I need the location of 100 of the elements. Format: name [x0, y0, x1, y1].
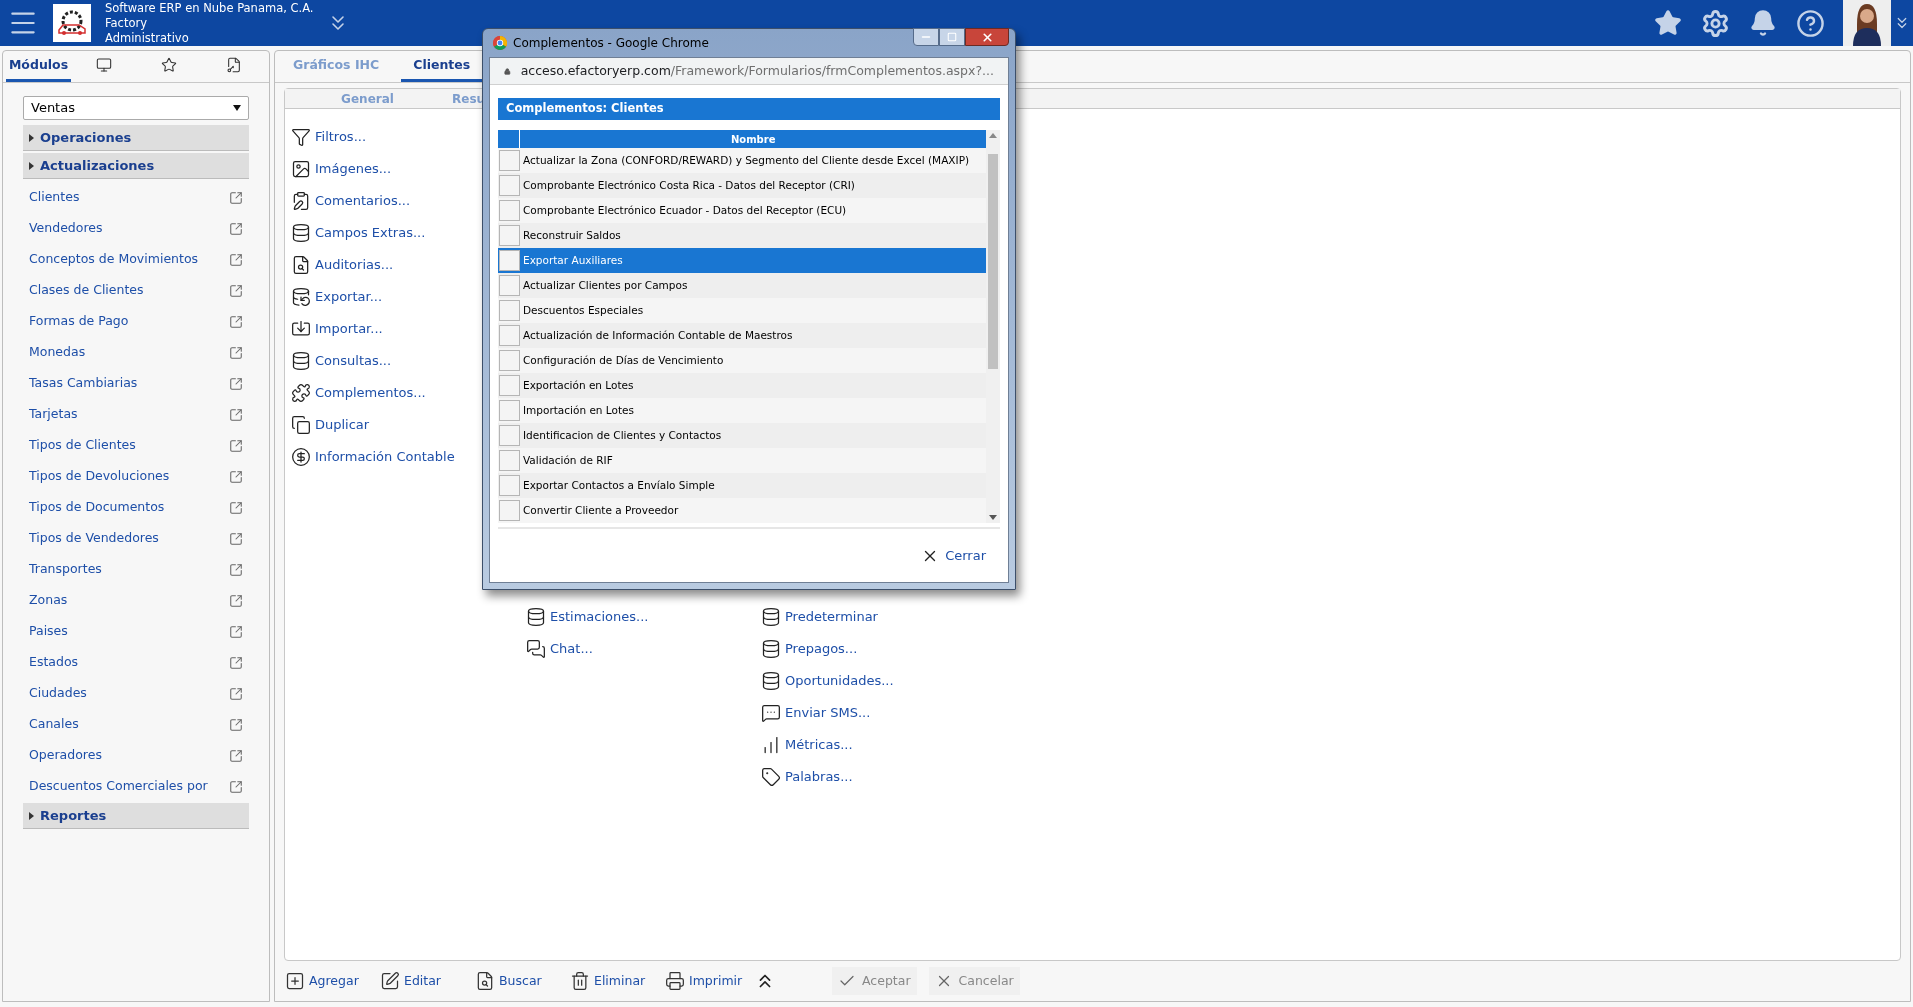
table-row[interactable]: Reconstruir Saldos	[498, 223, 987, 248]
table-row[interactable]: Identificacion de Clientes y Contactos	[498, 423, 987, 448]
file-search-icon	[291, 255, 311, 275]
toolbar-button[interactable]: Eliminar	[570, 967, 665, 995]
row-checkbox[interactable]	[499, 175, 520, 196]
minimize-button[interactable]	[913, 28, 939, 46]
row-checkbox[interactable]	[499, 325, 520, 346]
action-link[interactable]: Prepagos...	[761, 633, 858, 665]
module-link[interactable]: Tipos de Clientes	[23, 430, 249, 461]
table-row[interactable]: Exportar Auxiliares	[498, 248, 987, 273]
close-button[interactable]	[965, 28, 1009, 46]
action-link[interactable]: Chat...	[526, 633, 593, 665]
scrollbar[interactable]	[986, 130, 1000, 523]
table-row[interactable]: Convertir Cliente a Proveedor	[498, 498, 987, 523]
action-link[interactable]: Métricas...	[761, 729, 853, 761]
table-row[interactable]: Configuración de Días de Vencimiento	[498, 348, 987, 373]
help-button[interactable]	[1796, 8, 1825, 38]
row-checkbox[interactable]	[499, 250, 520, 271]
row-name: Configuración de Días de Vencimiento	[523, 352, 724, 368]
module-link[interactable]: Operadores	[23, 740, 249, 771]
module-link[interactable]: Estados	[23, 647, 249, 678]
add-icon	[285, 971, 305, 991]
module-link[interactable]: Tipos de Vendedores	[23, 523, 249, 554]
row-checkbox[interactable]	[499, 475, 520, 496]
action-link[interactable]: Exportar...	[291, 281, 383, 313]
row-checkbox[interactable]	[499, 200, 520, 221]
row-checkbox[interactable]	[499, 400, 520, 421]
favorites-button[interactable]	[1654, 9, 1682, 37]
section-header[interactable]: Operaciones	[23, 125, 249, 151]
table-row[interactable]: Descuentos Especiales	[498, 298, 987, 323]
action-link[interactable]: Información Contable	[291, 441, 455, 473]
settings-button[interactable]	[1701, 8, 1730, 38]
module-link[interactable]: Vendedores	[23, 213, 249, 244]
row-checkbox[interactable]	[499, 375, 520, 396]
row-checkbox[interactable]	[499, 275, 520, 296]
row-checkbox[interactable]	[499, 350, 520, 371]
database-icon	[291, 223, 311, 243]
module-link[interactable]: Tipos de Devoluciones	[23, 461, 249, 492]
module-link[interactable]: Paises	[23, 616, 249, 647]
section-header[interactable]: Reportes	[23, 803, 249, 829]
module-link[interactable]: Canales	[23, 709, 249, 740]
row-checkbox[interactable]	[499, 425, 520, 446]
module-link[interactable]: Clientes	[23, 182, 249, 213]
table-row[interactable]: Validación de RIF	[498, 448, 987, 473]
table-row[interactable]: Comprobante Electrónico Costa Rica - Datos del Receptor (CRI)	[498, 173, 987, 198]
module-link[interactable]: Zonas	[23, 585, 249, 616]
link-label: Transportes	[29, 560, 102, 579]
table-row[interactable]: Exportar Contactos a Envíalo Simple	[498, 473, 987, 498]
module-link[interactable]: Ciudades	[23, 678, 249, 709]
toolbar-button[interactable]: Imprimir	[665, 967, 760, 995]
row-checkbox[interactable]	[499, 450, 520, 471]
action-link[interactable]: Auditorias...	[291, 249, 394, 281]
module-link[interactable]: Tipos de Documentos	[23, 492, 249, 523]
action-link[interactable]: Predeterminar	[761, 601, 878, 633]
row-checkbox[interactable]	[499, 225, 520, 246]
module-select[interactable]: Ventas	[23, 96, 249, 120]
external-link-icon	[229, 376, 243, 391]
table-row[interactable]: Importación en Lotes	[498, 398, 987, 423]
action-link[interactable]: Filtros...	[291, 121, 367, 153]
action-link[interactable]: Importar...	[291, 313, 383, 345]
action-link[interactable]: Complementos...	[291, 377, 426, 409]
module-link[interactable]: Descuentos Comerciales por	[23, 771, 249, 802]
module-link[interactable]: Clases de Clientes	[23, 275, 249, 306]
external-link-icon	[229, 407, 243, 422]
action-link[interactable]: Enviar SMS...	[761, 697, 871, 729]
module-link[interactable]: Monedas	[23, 337, 249, 368]
module-link[interactable]: Tasas Cambiarias	[23, 368, 249, 399]
maximize-button[interactable]	[939, 28, 965, 46]
action-link[interactable]: Comentarios...	[291, 185, 411, 217]
action-link[interactable]: Oportunidades...	[761, 665, 894, 697]
row-name: Identificacion de Clientes y Contactos	[523, 427, 722, 443]
table-row[interactable]: Actualizar Clientes por Campos	[498, 273, 987, 298]
table-row[interactable]: Actualizar la Zona (CONFORD/REWARD) y Segmento del Cliente desde Excel (MAXIP)	[498, 148, 987, 173]
module-link[interactable]: Transportes	[23, 554, 249, 585]
caret-icon	[29, 161, 34, 170]
notifications-button[interactable]	[1749, 9, 1777, 37]
close-dialog-button[interactable]: Cerrar	[921, 545, 986, 566]
table-row[interactable]: Actualización de Información Contable de Maestros	[498, 323, 987, 348]
row-name: Actualizar la Zona (CONFORD/REWARD) y Segmento del Cliente desde Excel (MAXIP)	[523, 152, 970, 168]
row-checkbox[interactable]	[499, 150, 520, 171]
row-checkbox[interactable]	[499, 300, 520, 321]
action-link[interactable]: Consultas...	[291, 345, 392, 377]
module-link[interactable]: Conceptos de Movimientos	[23, 244, 249, 275]
module-link[interactable]: Formas de Pago	[23, 306, 249, 337]
scroll-thumb[interactable]	[988, 154, 999, 369]
toolbar-button[interactable]: Editar	[380, 967, 475, 995]
action-link[interactable]: Estimaciones...	[526, 601, 649, 633]
toolbar-button[interactable]: Agregar	[285, 967, 380, 995]
action-link[interactable]: Duplicar	[291, 409, 370, 441]
toolbar-button[interactable]: Buscar	[475, 967, 570, 995]
section-header[interactable]: Actualizaciones	[23, 153, 249, 179]
address-bar[interactable]: acceso.efactoryerp.com/Framework/Formularios/frmComplementos.aspx?...	[490, 58, 1008, 85]
modules-tab[interactable]: Módulos	[6, 51, 71, 82]
table-row[interactable]: Exportación en Lotes	[498, 373, 987, 398]
row-checkbox[interactable]	[499, 500, 520, 521]
action-link[interactable]: Campos Extras...	[291, 217, 426, 249]
action-link[interactable]: Palabras...	[761, 761, 853, 793]
module-link[interactable]: Tarjetas	[23, 399, 249, 430]
table-row[interactable]: Comprobante Electrónico Ecuador - Datos del Receptor (ECU)	[498, 198, 987, 223]
action-link[interactable]: Imágenes...	[291, 153, 392, 185]
